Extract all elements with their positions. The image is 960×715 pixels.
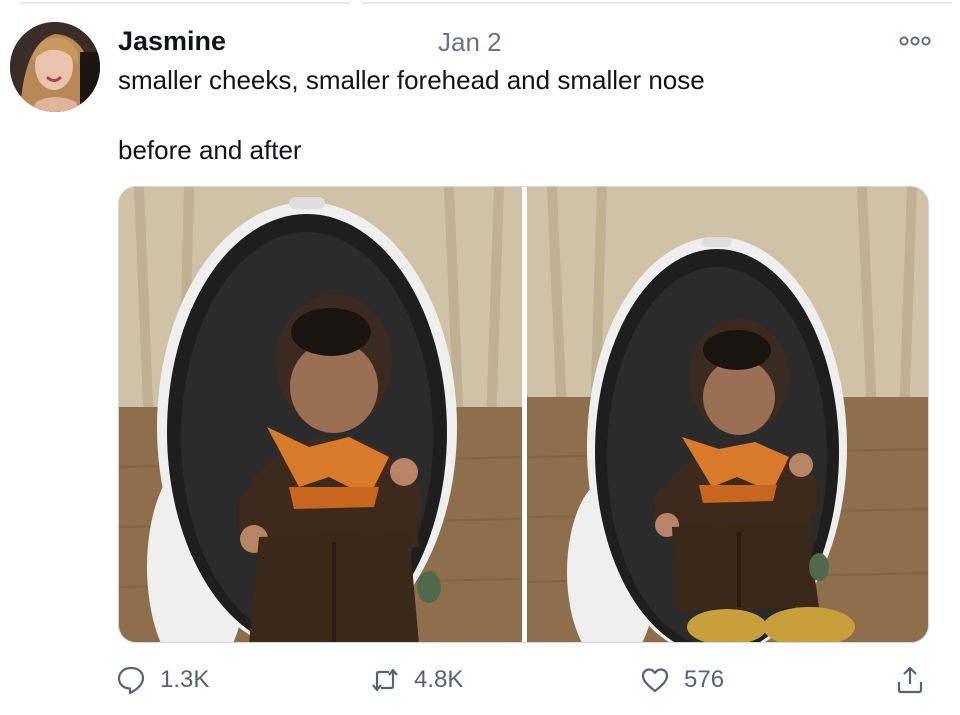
avatar[interactable]	[10, 22, 100, 112]
like-button[interactable]: 576	[640, 662, 724, 698]
share-upload-icon	[895, 665, 925, 695]
top-divider	[0, 0, 960, 6]
author-name[interactable]: Jasmine	[118, 26, 226, 57]
reply-count: 1.3K	[160, 666, 210, 693]
retweet-button[interactable]: 4.8K	[370, 662, 463, 698]
tweet-text: smaller cheeks, smaller forehead and sma…	[118, 64, 938, 167]
tweet-text-line: before and after	[118, 135, 302, 165]
before-photo[interactable]	[119, 187, 522, 642]
heart-icon	[640, 665, 670, 695]
like-count: 576	[684, 666, 725, 693]
speech-bubble-icon	[116, 665, 146, 695]
tweet-text-line: smaller cheeks, smaller forehead and sma…	[118, 65, 705, 95]
media-grid	[118, 186, 929, 643]
retweet-count: 4.8K	[414, 666, 464, 693]
tweet-date[interactable]: Jan 2	[438, 27, 502, 58]
share-button[interactable]	[895, 662, 925, 698]
after-photo[interactable]	[527, 187, 928, 642]
retweet-arrows-icon	[370, 665, 400, 695]
reply-button[interactable]: 1.3K	[116, 662, 209, 698]
more-horizontal-icon[interactable]	[898, 34, 932, 48]
